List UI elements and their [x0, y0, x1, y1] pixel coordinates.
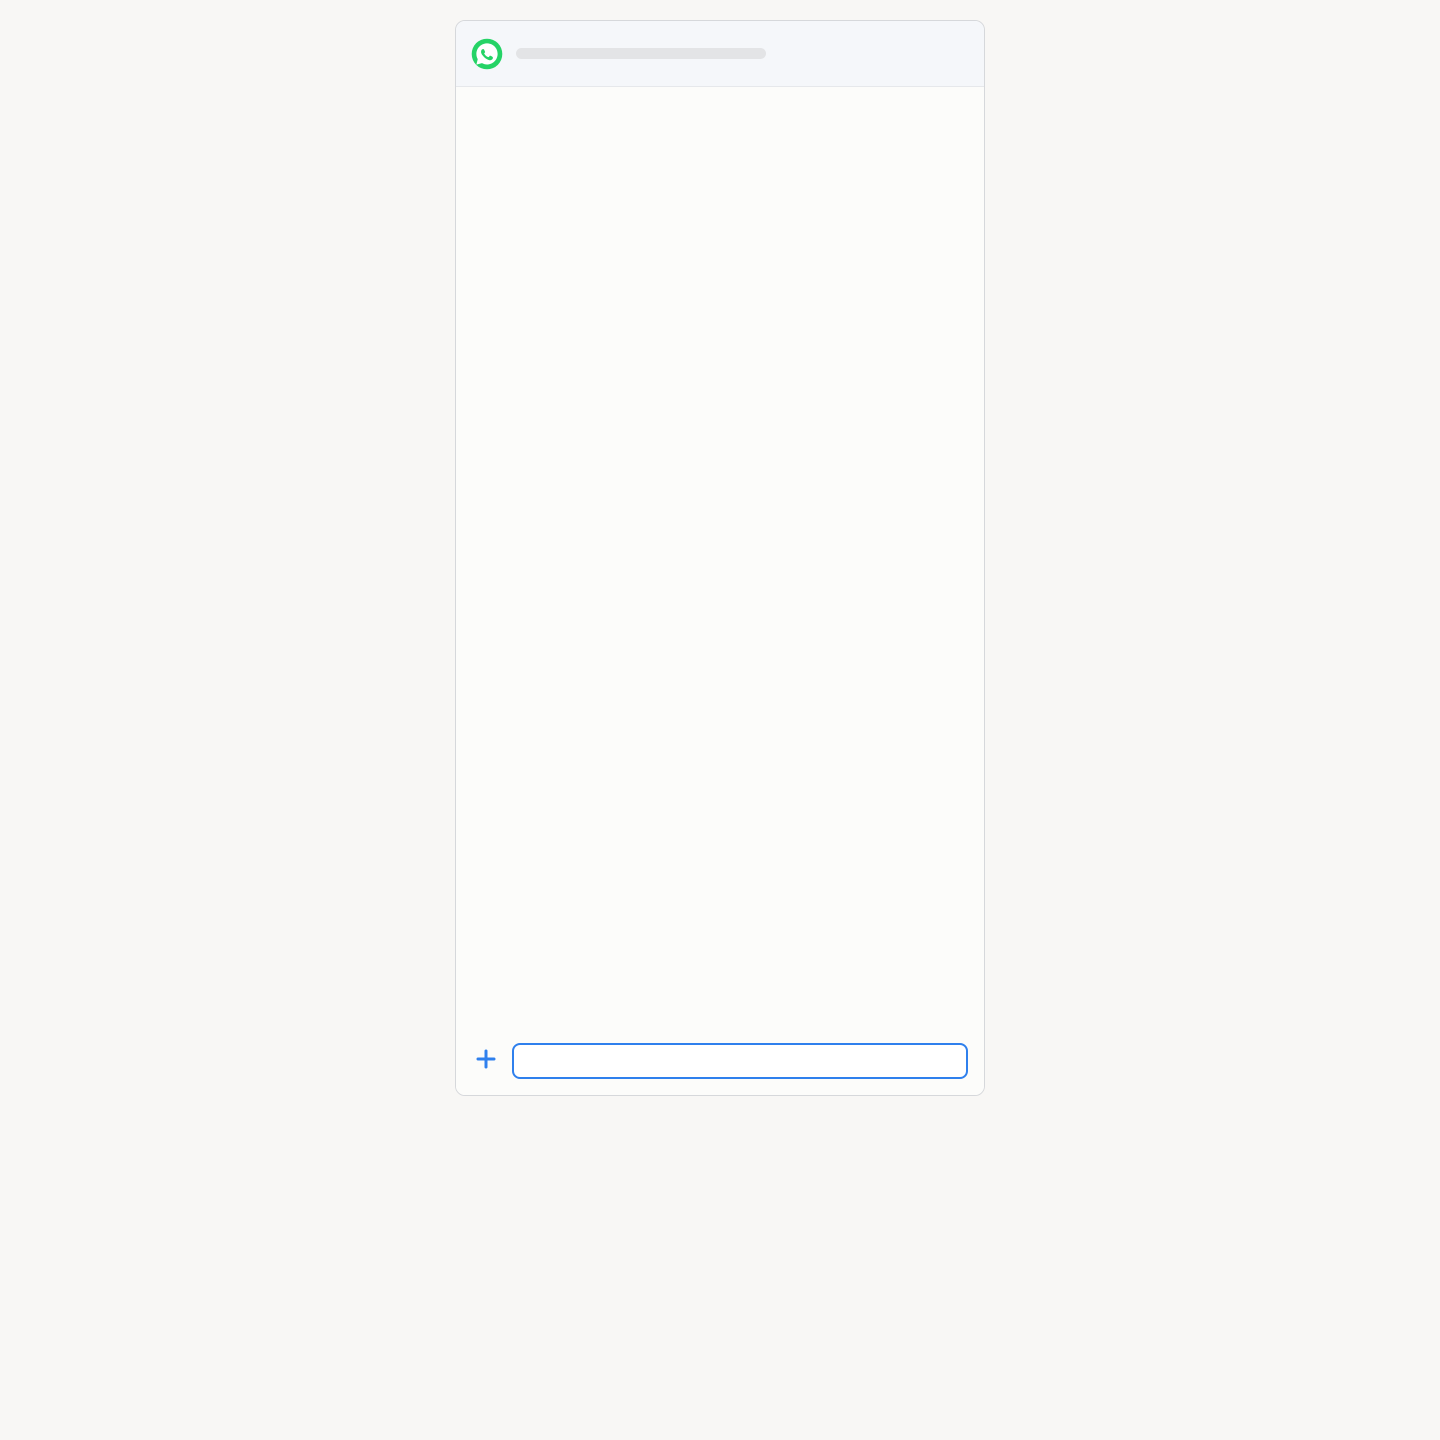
messages-area[interactable] — [456, 87, 984, 1033]
chat-header — [456, 21, 984, 87]
message-input[interactable] — [512, 1043, 968, 1079]
app-container — [455, 20, 985, 1096]
plus-icon — [474, 1047, 498, 1075]
contact-title-placeholder — [516, 48, 766, 59]
attachment-button[interactable] — [472, 1047, 500, 1075]
whatsapp-logo-icon — [470, 37, 504, 71]
message-input-bar — [456, 1033, 984, 1095]
